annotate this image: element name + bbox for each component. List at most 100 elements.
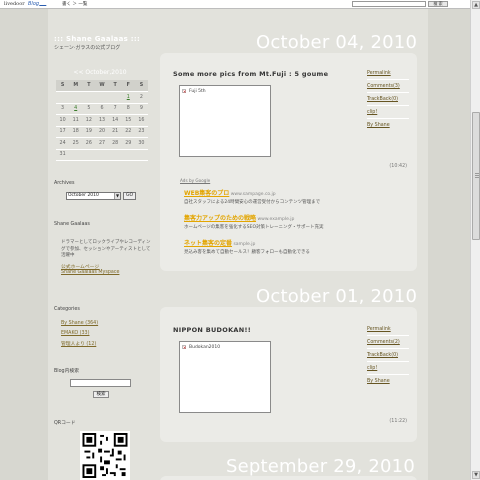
blogsearch-heading: Blog内検索 bbox=[54, 369, 79, 374]
calendar-day: 8 bbox=[121, 103, 135, 115]
ad-description: 自社スタッフによる24時間安心の運営受付からコンテンツ管理まで bbox=[184, 200, 321, 205]
post-title[interactable]: NIPPON BUDOKAN!! bbox=[173, 326, 251, 334]
calendar-day[interactable]: 1 bbox=[121, 91, 135, 104]
category-link[interactable]: 管理人より (12) bbox=[61, 340, 96, 347]
ad-description: ホームページの集客を強化するSEO対策トレーニング・サポート充実 bbox=[184, 225, 324, 230]
ad-url: sample.jp bbox=[233, 242, 256, 247]
post-time: (11:22) bbox=[389, 419, 407, 424]
blog-search-input[interactable] bbox=[70, 379, 131, 387]
post-image[interactable]: × Fuji 5th bbox=[179, 85, 271, 157]
calendar-day: 30 bbox=[134, 137, 148, 150]
calendar-day: 5 bbox=[82, 103, 96, 115]
post-date-heading: October 01, 2010 bbox=[256, 286, 418, 307]
trackback-link[interactable]: TrackBack(0) bbox=[367, 96, 409, 103]
post-time: (10:42) bbox=[389, 164, 407, 169]
toolbar-nav[interactable]: 書く ＞ 一覧 bbox=[62, 1, 87, 7]
calendar-day: 11 bbox=[69, 114, 83, 127]
calendar-weekday: T bbox=[82, 80, 96, 92]
calendar-day: 27 bbox=[95, 137, 109, 150]
ad-url: www.example.jp bbox=[257, 217, 295, 222]
archives-heading: Archives bbox=[54, 181, 75, 186]
qr-heading: QRコード bbox=[54, 421, 76, 426]
calendar-weekday: T bbox=[108, 80, 122, 92]
blog-subtitle: シェーン·ガラスの公式ブログ bbox=[54, 45, 121, 51]
category-link[interactable]: EMAKO (33) bbox=[61, 331, 89, 336]
calendar-empty-cell bbox=[69, 149, 83, 161]
calendar-day[interactable]: 4 bbox=[69, 103, 83, 115]
clip-link[interactable]: clip! bbox=[367, 109, 409, 116]
calendar-day: 12 bbox=[82, 114, 96, 127]
toolbar-search-input[interactable] bbox=[352, 1, 426, 7]
post-image[interactable]: × Budokan2010 bbox=[179, 341, 271, 413]
calendar-day: 14 bbox=[108, 114, 122, 127]
profile-heading: Shane Gaalaas bbox=[54, 222, 90, 227]
clip-link[interactable]: clip! bbox=[367, 365, 409, 372]
blog-logo[interactable]: Blog bbox=[28, 1, 39, 7]
qr-code-image bbox=[80, 431, 130, 480]
profile-link-myspace[interactable]: Shane Gaalaas Myspace bbox=[61, 270, 119, 275]
comments-link[interactable]: Comments(3) bbox=[367, 83, 409, 90]
ad-item[interactable]: ネット集客の定番 sample.jp 見込み客を集めて自動セールス！顧客フォロー… bbox=[184, 238, 310, 255]
calendar-weekday: W bbox=[95, 80, 109, 92]
post-links: Permalink Comments(3) TrackBack(0) clip!… bbox=[367, 70, 409, 129]
archive-select[interactable]: October 2010 ▼ bbox=[66, 192, 121, 200]
ad-description: 見込み客を集めて自動セールス！顧客フォローも自動化できる bbox=[184, 250, 310, 255]
calendar-day: 31 bbox=[56, 149, 70, 161]
ad-item[interactable]: WEB集客のプロ www.sampage.co.jp 自社スタッフによる24時間… bbox=[184, 188, 320, 205]
calendar-day: 13 bbox=[95, 114, 109, 127]
calendar-empty-cell bbox=[108, 91, 122, 104]
image-alt-text: Fuji 5th bbox=[189, 89, 206, 94]
permalink-link[interactable]: Permalink bbox=[367, 70, 409, 77]
calendar-day: 18 bbox=[69, 126, 83, 138]
post-title[interactable]: Some more pics from Mt.Fuji : 5 goume bbox=[173, 70, 328, 78]
ads-label[interactable]: Ads by Google bbox=[180, 178, 210, 183]
calendar-day: 26 bbox=[82, 137, 96, 150]
chevron-down-icon: ▼ bbox=[114, 193, 120, 199]
calendar-day: 24 bbox=[56, 137, 70, 150]
livedoor-logo[interactable]: livedoor bbox=[4, 1, 25, 7]
calendar-empty-cell bbox=[56, 91, 70, 104]
author-link[interactable]: By Shane bbox=[367, 378, 409, 385]
scrollbar-thumb[interactable] bbox=[472, 112, 480, 240]
calendar-day: 29 bbox=[121, 137, 135, 150]
ad-headline[interactable]: ネット集客の定番 bbox=[184, 240, 232, 247]
permalink-link[interactable]: Permalink bbox=[367, 326, 409, 333]
profile-link-official[interactable]: 公式ホームページ bbox=[61, 263, 99, 270]
blog-post: NIPPON BUDOKAN!! × Budokan2010 (11:22) P… bbox=[160, 307, 417, 442]
author-link[interactable]: By Shane bbox=[367, 122, 409, 129]
calendar-empty-cell bbox=[134, 149, 148, 161]
calendar-day: 9 bbox=[134, 103, 148, 115]
calendar-day: 3 bbox=[56, 103, 70, 115]
calendar-empty-cell bbox=[95, 149, 109, 161]
calendar-day: 20 bbox=[95, 126, 109, 138]
calendar-empty-cell bbox=[108, 149, 122, 161]
calendar-day: 2 bbox=[134, 91, 148, 104]
category-link[interactable]: By Shane (364) bbox=[61, 321, 98, 326]
feather-icon bbox=[38, 1, 51, 6]
calendar-empty-cell bbox=[82, 149, 96, 161]
calendar-day: 6 bbox=[95, 103, 109, 115]
archive-go-button[interactable]: GO bbox=[123, 192, 136, 200]
calendar-empty-cell bbox=[121, 149, 135, 161]
ad-headline[interactable]: 集客力アップのための戦略 bbox=[184, 215, 256, 222]
calendar-day: 17 bbox=[56, 126, 70, 138]
vertical-scrollbar[interactable]: ▲ ▼ bbox=[470, 0, 480, 480]
scroll-down-icon[interactable]: ▼ bbox=[472, 471, 480, 479]
calendar-day: 19 bbox=[82, 126, 96, 138]
blog-search-button[interactable]: 検索 bbox=[93, 391, 109, 398]
blog-title[interactable]: ::: Shane Gaalaas ::: bbox=[54, 35, 140, 43]
broken-image-icon: × bbox=[182, 345, 187, 350]
trackback-link[interactable]: TrackBack(0) bbox=[367, 352, 409, 359]
post-date-heading: September 29, 2010 bbox=[226, 456, 415, 477]
calendar-day: 10 bbox=[56, 114, 70, 127]
ad-headline[interactable]: WEB集客のプロ bbox=[184, 190, 229, 197]
calendar-empty-cell bbox=[95, 91, 109, 104]
toolbar-search-button[interactable]: 検 索 bbox=[428, 1, 448, 7]
calendar-title[interactable]: << October,2010 bbox=[54, 69, 146, 76]
calendar-day: 23 bbox=[134, 126, 148, 138]
ad-item[interactable]: 集客力アップのための戦略 www.example.jp ホームページの集客を強化… bbox=[184, 213, 324, 230]
comments-link[interactable]: Comments(2) bbox=[367, 339, 409, 346]
scroll-up-icon[interactable]: ▲ bbox=[472, 1, 480, 9]
calendar-empty-cell bbox=[82, 91, 96, 104]
calendar-day: 16 bbox=[134, 114, 148, 127]
